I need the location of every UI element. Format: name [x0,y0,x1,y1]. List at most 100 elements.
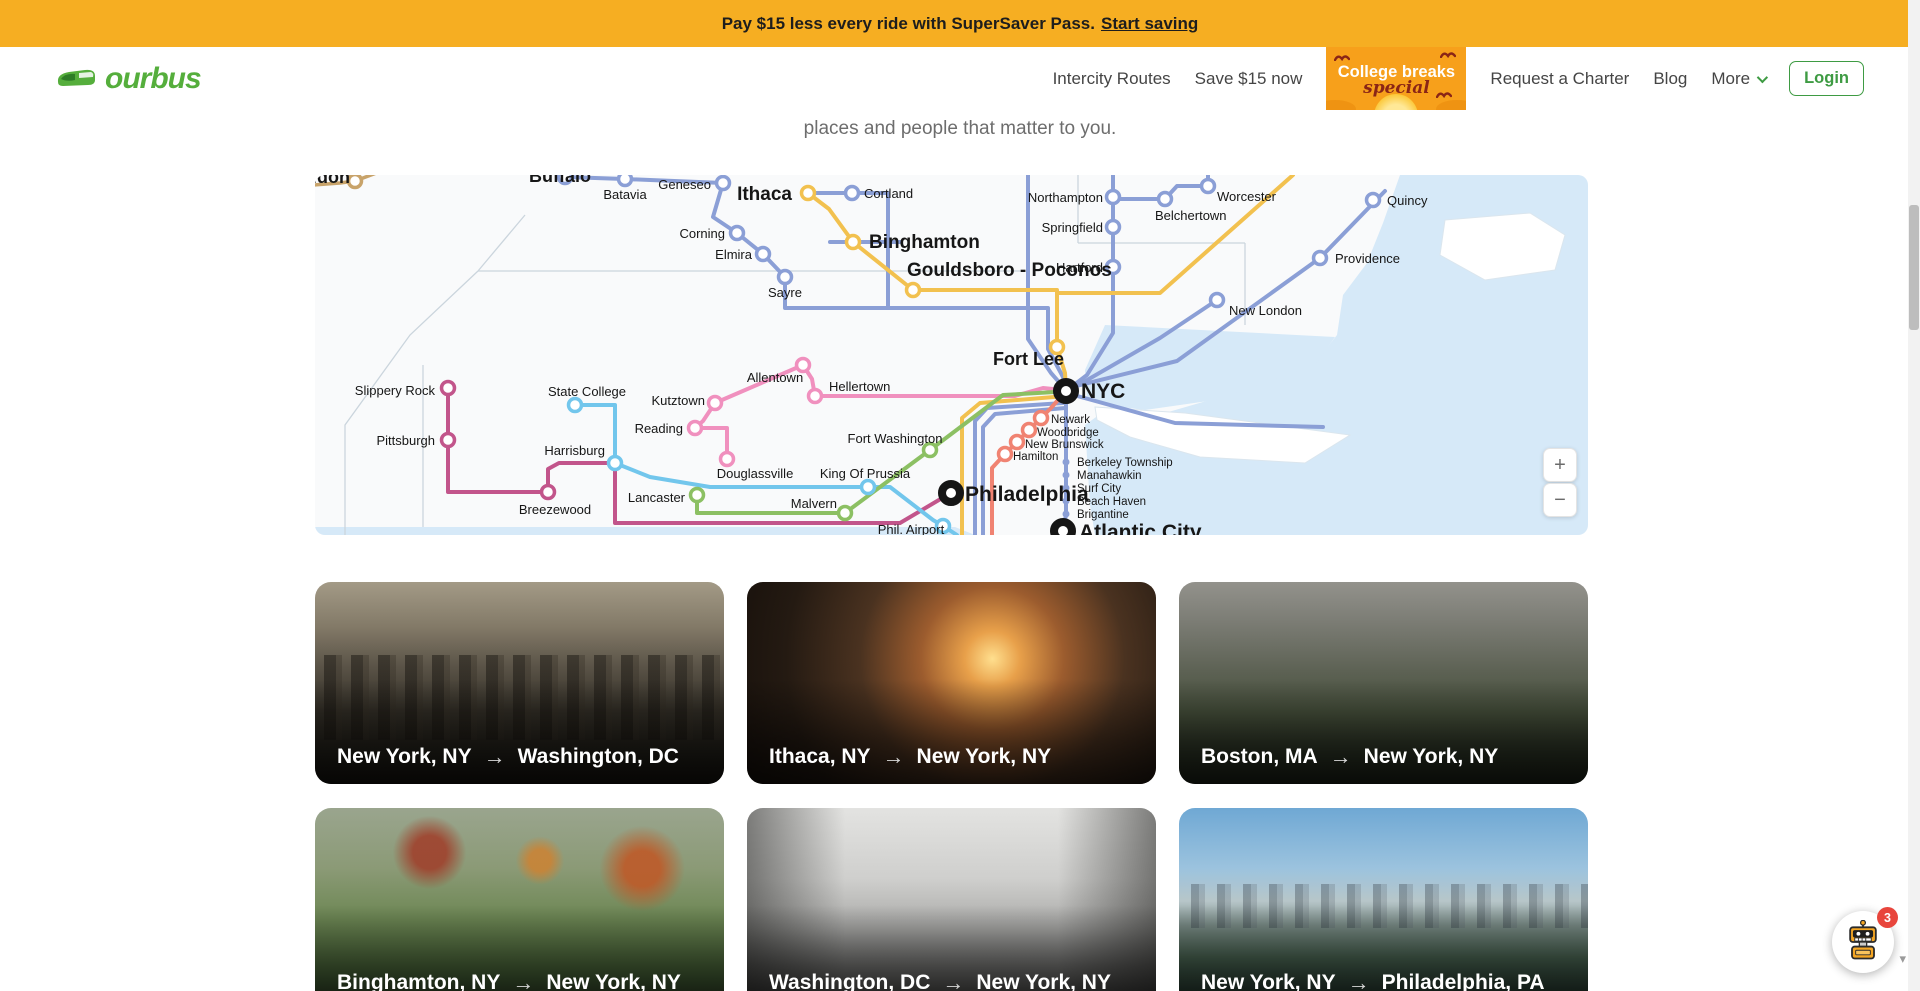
route-map[interactable]: London Buffalo Batavia Geneseo Ithaca Cortlan… [315,175,1588,535]
route-from: Binghamton, NY [337,971,500,991]
svg-text:New London: New London [1229,303,1302,318]
bird-icon [1436,90,1452,98]
svg-text:Slippery Rock: Slippery Rock [355,383,436,398]
svg-text:Fort Washington: Fort Washington [848,431,943,446]
svg-text:Berkeley Township: Berkeley Township [1077,457,1173,469]
route-card[interactable]: Binghamton, NY→New York, NY [315,808,724,991]
route-to: New York, NY [917,745,1052,769]
route-from: Boston, MA [1201,745,1318,769]
main-nav: ourbus Intercity Routes Save $15 now Col… [0,47,1920,110]
route-card[interactable]: Ithaca, NY→New York, NY [747,582,1156,784]
route-card[interactable]: Washington, DC→New York, NY [747,808,1156,991]
arrow-right-icon: → [1348,970,1370,991]
svg-text:Beach Haven: Beach Haven [1077,496,1146,508]
promo-text: Pay $15 less every ride with SuperSaver … [722,14,1095,34]
route-cards-row-2: Binghamton, NY→New York, NYWashington, D… [315,808,1588,991]
chat-unread-badge: 3 [1877,907,1898,928]
map-zoom-in-button[interactable]: + [1543,448,1577,482]
svg-text:Harrisburg: Harrisburg [544,443,605,458]
badge-line2: special [1363,81,1430,96]
route-card-photo [747,808,1156,991]
svg-text:Philadelphia: Philadelphia [965,483,1089,506]
ourbus-logo[interactable]: ourbus [55,62,201,96]
bus-icon [55,66,97,92]
bird-icon [1440,50,1456,58]
logo-text: ourbus [105,62,201,96]
route-card-label: New York, NY→Philadelphia, PA [1201,970,1545,991]
svg-text:Pittsburgh: Pittsburgh [376,433,435,448]
scrollbar-thumb[interactable] [1909,205,1919,330]
nav-request-charter[interactable]: Request a Charter [1490,69,1629,89]
svg-text:Kutztown: Kutztown [652,393,705,408]
route-card-photo [1179,808,1588,991]
svg-text:Fort Lee: Fort Lee [993,349,1064,369]
svg-text:Cortland: Cortland [864,186,913,201]
svg-text:Malvern: Malvern [791,496,837,511]
tagline-text: places and people that matter to you. [0,118,1920,140]
arrow-right-icon: → [484,744,506,770]
svg-text:Worcester: Worcester [1217,189,1277,204]
promo-banner: Pay $15 less every ride with SuperSaver … [0,0,1920,47]
svg-text:Hellertown: Hellertown [829,379,890,394]
svg-text:New Brunswick: New Brunswick [1025,439,1104,451]
svg-text:NYC: NYC [1081,380,1125,403]
promo-start-saving-link[interactable]: Start saving [1101,14,1198,34]
arrow-right-icon: → [512,970,534,991]
svg-text:Hartford: Hartford [1056,260,1103,275]
svg-text:Ithaca: Ithaca [737,184,792,205]
svg-text:Breezewood: Breezewood [519,502,591,517]
svg-text:Batavia: Batavia [603,187,647,202]
svg-text:Northampton: Northampton [1028,190,1103,205]
route-to: New York, NY [1364,745,1499,769]
scroll-down-icon[interactable]: ▾ [1899,951,1906,967]
route-card[interactable]: New York, NY→Philadelphia, PA [1179,808,1588,991]
chevron-down-icon [1757,71,1768,82]
svg-text:Elmira: Elmira [715,247,753,262]
route-card[interactable]: Boston, MA→New York, NY [1179,582,1588,784]
nav-more-label: More [1711,69,1750,89]
nav-links: Intercity Routes Save $15 now College br… [1053,47,1864,110]
robot-icon [1841,920,1885,964]
college-breaks-badge[interactable]: College breaks special [1326,47,1466,110]
svg-text:Lancaster: Lancaster [628,490,686,505]
svg-text:Allentown: Allentown [747,370,803,385]
map-zoom-out-button[interactable]: − [1543,483,1577,517]
login-button[interactable]: Login [1789,61,1864,96]
route-card-label: Washington, DC→New York, NY [769,970,1111,991]
hill-decoration [1326,100,1356,110]
svg-text:Corning: Corning [679,226,725,241]
svg-text:Surf City: Surf City [1077,483,1121,495]
svg-text:Buffalo: Buffalo [529,175,591,186]
svg-text:Newark: Newark [1051,414,1090,426]
svg-text:Geneseo: Geneseo [658,177,711,192]
route-cards-row-1: New York, NY → Washington, DC Ithaca, NY→Ne… [315,582,1588,784]
route-card-label: Binghamton, NY→New York, NY [337,970,681,991]
svg-text:Brigantine: Brigantine [1077,509,1129,521]
nav-save-15-now[interactable]: Save $15 now [1195,69,1303,89]
svg-text:Phil. Airport: Phil. Airport [878,522,945,535]
scrollbar-track[interactable] [1908,0,1920,991]
svg-text:London: London [315,175,350,187]
chat-widget-button[interactable]: 3 [1832,911,1894,973]
route-to: New York, NY [976,971,1111,991]
route-card-label: New York, NY → Washington, DC [337,744,679,770]
hill-decoration [1436,100,1466,110]
svg-text:Douglassville: Douglassville [717,466,794,481]
route-to: Washington, DC [518,745,679,769]
route-from: Washington, DC [769,971,930,991]
svg-text:Manahawkin: Manahawkin [1077,470,1142,482]
nav-intercity-routes[interactable]: Intercity Routes [1053,69,1171,89]
route-card-label: Boston, MA→New York, NY [1201,744,1498,770]
svg-text:King Of Prussia: King Of Prussia [820,466,911,481]
nav-blog[interactable]: Blog [1653,69,1687,89]
svg-text:Springfield: Springfield [1042,220,1103,235]
svg-text:Hamilton: Hamilton [1013,451,1058,463]
route-from: New York, NY [1201,971,1336,991]
route-card[interactable]: New York, NY → Washington, DC [315,582,724,784]
svg-text:State College: State College [548,384,626,399]
svg-text:Atlantic City: Atlantic City [1079,521,1202,535]
svg-text:Quincy: Quincy [1387,193,1428,208]
route-from: New York, NY [337,745,472,769]
nav-more[interactable]: More [1711,69,1765,89]
svg-text:Belchertown: Belchertown [1155,208,1227,223]
